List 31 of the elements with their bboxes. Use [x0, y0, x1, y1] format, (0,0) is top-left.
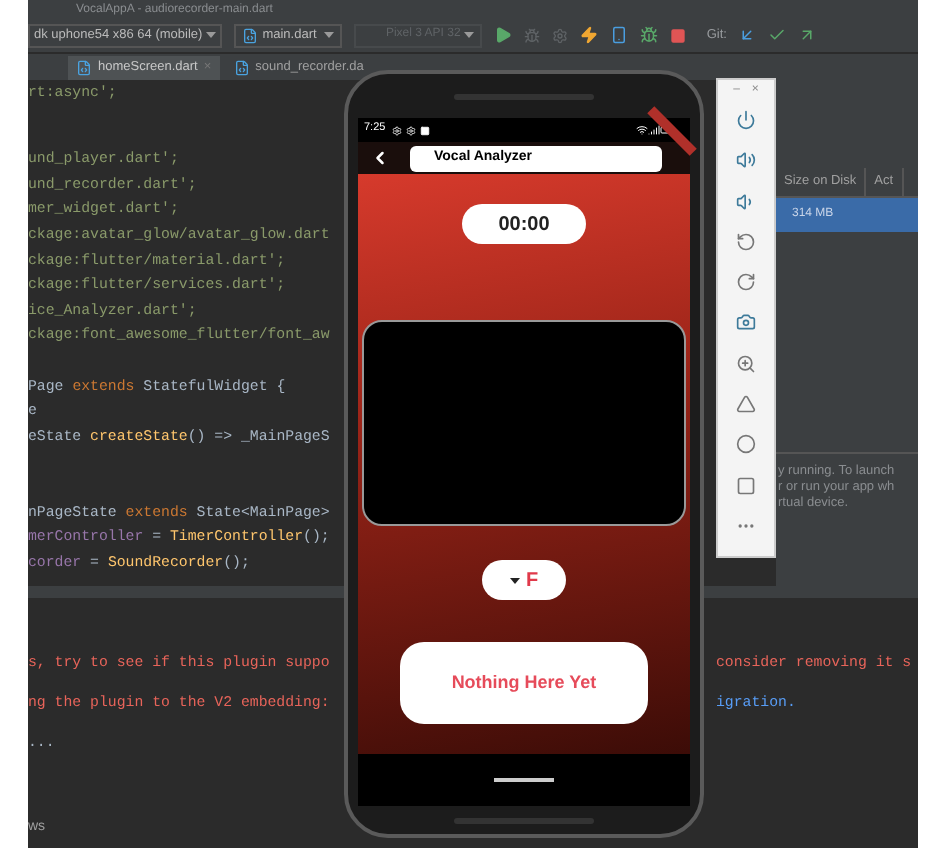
signal-icon	[648, 124, 660, 136]
run-icon[interactable]	[494, 26, 513, 44]
caret-icon	[324, 32, 335, 38]
caret-icon	[464, 32, 475, 38]
rotate-left-icon[interactable]	[736, 231, 756, 252]
gear-icon	[391, 125, 402, 135]
wifi-icon	[636, 124, 648, 136]
dart-file-icon	[233, 60, 250, 76]
zoom-icon[interactable]	[736, 353, 756, 374]
rotate-right-icon[interactable]	[736, 272, 756, 293]
nothing-here-button[interactable]: Nothing Here Yet	[400, 642, 648, 724]
phone-icon[interactable]	[610, 26, 629, 44]
volume-down-icon[interactable]	[736, 191, 756, 212]
gear-icon	[405, 125, 416, 135]
timer-display: 00:00	[462, 204, 586, 244]
nav-handle[interactable]	[494, 778, 554, 782]
home-icon[interactable]	[736, 434, 756, 455]
update-icon[interactable]	[738, 26, 757, 44]
power-icon[interactable]	[736, 110, 756, 130]
stop-icon[interactable]	[670, 27, 687, 43]
commit-icon[interactable]	[768, 26, 787, 44]
caret-icon	[206, 32, 217, 38]
volume-up-icon[interactable]	[736, 150, 756, 171]
dart-file-icon	[242, 27, 259, 43]
dropdown-button[interactable]: F	[482, 560, 566, 600]
attach-debugger-icon[interactable]	[640, 26, 659, 44]
dart-file-icon	[76, 60, 92, 76]
push-icon[interactable]	[798, 26, 817, 44]
hot-reload-icon[interactable]	[580, 26, 599, 44]
camera-icon[interactable]	[736, 312, 756, 333]
overview-icon[interactable]	[736, 475, 756, 496]
